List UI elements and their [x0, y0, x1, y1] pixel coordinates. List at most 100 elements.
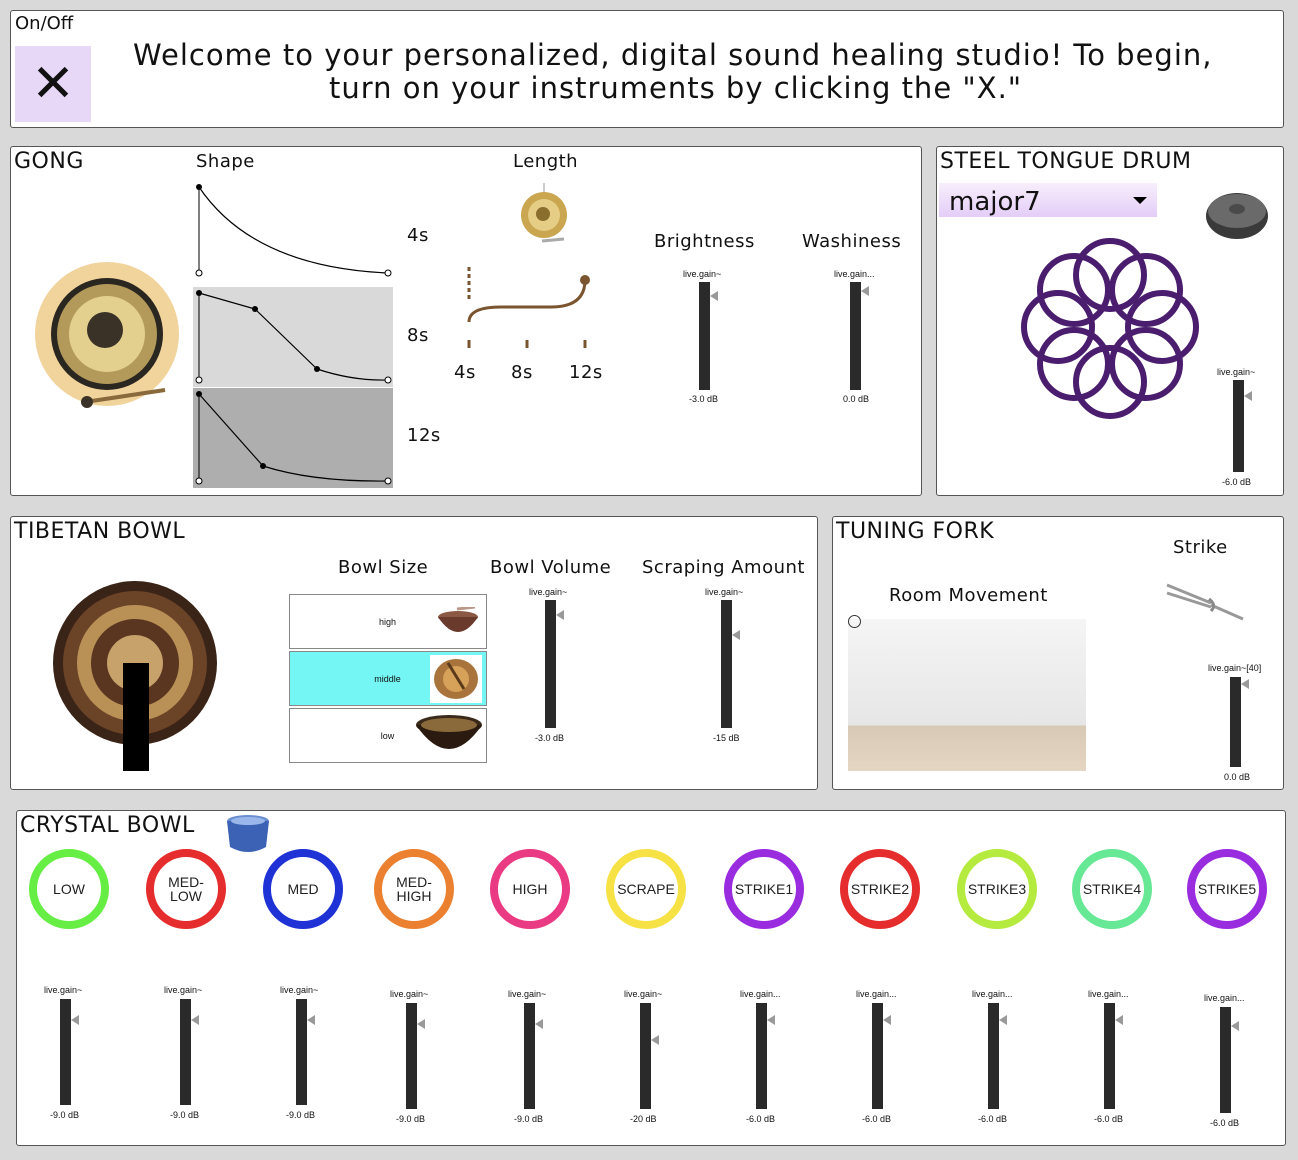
- onoff-toggle-button[interactable]: ✕: [15, 46, 91, 122]
- scraping-slider-value: -15 dB: [713, 733, 740, 743]
- crystal-button-9[interactable]: STRIKE3: [957, 849, 1037, 929]
- crystal-slider-value: -6.0 dB: [746, 1114, 776, 1124]
- crystal-slider-thumb[interactable]: [191, 1015, 199, 1025]
- gong-title: GONG: [14, 149, 84, 174]
- crystal-button-5[interactable]: HIGH: [490, 849, 570, 929]
- crystal-button-label: HIGH: [512, 881, 548, 897]
- crystal-slider-value: -6.0 dB: [1210, 1118, 1240, 1128]
- shape-option-8s[interactable]: [193, 287, 393, 387]
- tuning-fork-slider-name: live.gain~[40]: [1208, 663, 1262, 673]
- crystal-slider-thumb[interactable]: [883, 1015, 891, 1025]
- crystal-button-6[interactable]: SCRAPE: [606, 849, 686, 929]
- washiness-label: Washiness: [802, 231, 902, 252]
- crystal-slider-name: live.gain...: [1204, 993, 1245, 1003]
- tibetan-bowl-image[interactable]: [53, 567, 219, 771]
- crystal-slider[interactable]: [406, 1003, 417, 1109]
- welcome-line-2: turn on your instruments by clicking the…: [329, 71, 1023, 105]
- onoff-label: On/Off: [15, 13, 74, 34]
- crystal-slider[interactable]: [1104, 1003, 1115, 1109]
- bowl-size-middle-button[interactable]: middle: [289, 651, 487, 706]
- crystal-slider-value: -9.0 dB: [170, 1110, 200, 1120]
- crystal-bowl-panel: CRYSTAL BOWL LOW MED- LOW MED MED- HIGH HIGH…: [16, 810, 1286, 1146]
- crystal-button-label: STRIKE1: [734, 881, 794, 897]
- crystal-button-label: STRIKE2: [850, 881, 910, 897]
- crystal-slider[interactable]: [640, 1003, 651, 1109]
- crystal-button-2[interactable]: MED- LOW: [146, 849, 226, 929]
- gong-panel: GONG Shape Length 4s 8s 12s 4s 8s 12s Br…: [10, 146, 922, 496]
- crystal-slider-thumb[interactable]: [307, 1015, 315, 1025]
- scraping-slider-thumb[interactable]: [732, 630, 740, 640]
- crystal-slider-thumb[interactable]: [651, 1035, 659, 1045]
- crystal-slider-thumb[interactable]: [767, 1015, 775, 1025]
- duration-4s: 4s: [407, 225, 429, 246]
- brightness-slider-thumb[interactable]: [710, 291, 718, 301]
- crystal-slider-value: -9.0 dB: [286, 1110, 316, 1120]
- crystal-button-label: MED- HIGH: [396, 874, 432, 904]
- crystal-slider-thumb[interactable]: [535, 1019, 543, 1029]
- crystal-slider[interactable]: [180, 999, 191, 1105]
- room-movement-pad[interactable]: [848, 619, 1086, 771]
- crystal-slider-name: live.gain~: [280, 985, 319, 995]
- crystal-slider-thumb[interactable]: [71, 1015, 79, 1025]
- scraping-slider[interactable]: [721, 600, 732, 728]
- crystal-button-4[interactable]: MED- HIGH: [374, 849, 454, 929]
- crystal-slider-thumb[interactable]: [999, 1015, 1007, 1025]
- washiness-slider-thumb[interactable]: [861, 286, 869, 296]
- tuning-fork-slider[interactable]: [1230, 677, 1241, 767]
- crystal-slider-thumb[interactable]: [1231, 1021, 1239, 1031]
- strike-label: Strike: [1173, 537, 1228, 558]
- crystal-slider[interactable]: [872, 1003, 883, 1109]
- large-bowl-icon: [416, 715, 482, 749]
- crystal-slider-name: live.gain...: [856, 989, 897, 999]
- washiness-slider[interactable]: [850, 282, 861, 390]
- crystal-slider[interactable]: [60, 999, 71, 1105]
- length-tick-12s: 12s: [569, 362, 603, 383]
- crystal-slider-value: -6.0 dB: [1094, 1114, 1124, 1124]
- length-gong-icon: [521, 183, 567, 243]
- steel-drum-slider-thumb[interactable]: [1244, 391, 1252, 401]
- steel-drum-flower[interactable]: [1019, 237, 1201, 422]
- crystal-slider-thumb[interactable]: [1115, 1015, 1123, 1025]
- bowl-size-low-button[interactable]: low: [289, 708, 487, 763]
- crystal-slider-value: -6.0 dB: [978, 1114, 1008, 1124]
- crystal-slider[interactable]: [988, 1003, 999, 1109]
- crystal-slider-name: live.gain...: [972, 989, 1013, 999]
- room-movement-label: Room Movement: [889, 585, 1048, 606]
- crystal-slider-thumb[interactable]: [417, 1019, 425, 1029]
- medium-bowl-icon: [430, 655, 482, 703]
- crystal-button-3[interactable]: MED: [263, 849, 343, 929]
- length-slider[interactable]: [461, 262, 601, 352]
- crystal-slider-value: -20 dB: [630, 1114, 657, 1124]
- crystal-button-label: STRIKE4: [1082, 881, 1142, 897]
- tuning-fork-slider-thumb[interactable]: [1241, 679, 1249, 689]
- scraping-amount-label: Scraping Amount: [642, 557, 805, 578]
- bowl-volume-label: Bowl Volume: [490, 557, 612, 578]
- room-movement-handle[interactable]: [848, 615, 861, 628]
- bowl-size-high-button[interactable]: high: [289, 594, 487, 649]
- crystal-slider[interactable]: [296, 999, 307, 1105]
- gong-image[interactable]: [35, 262, 185, 412]
- crystal-slider[interactable]: [1220, 1007, 1231, 1113]
- crystal-slider[interactable]: [524, 1003, 535, 1109]
- bowl-volume-slider-thumb[interactable]: [556, 610, 564, 620]
- crystal-slider-name: live.gain...: [740, 989, 781, 999]
- tuning-fork-strike-icon[interactable]: [1163, 577, 1247, 623]
- brightness-slider[interactable]: [699, 282, 710, 390]
- crystal-button-1[interactable]: LOW: [29, 849, 109, 929]
- crystal-button-10[interactable]: STRIKE4: [1072, 849, 1152, 929]
- steel-drum-slider[interactable]: [1233, 380, 1244, 472]
- crystal-button-8[interactable]: STRIKE2: [840, 849, 920, 929]
- bowl-volume-slider[interactable]: [545, 600, 556, 728]
- scraping-slider-name: live.gain~: [705, 587, 744, 597]
- length-tick-8s: 8s: [511, 362, 533, 383]
- crystal-button-7[interactable]: STRIKE1: [724, 849, 804, 929]
- crystal-button-label: SCRAPE: [617, 881, 675, 897]
- crystal-slider[interactable]: [756, 1003, 767, 1109]
- shape-option-12s[interactable]: [193, 388, 393, 488]
- scale-dropdown[interactable]: major7: [939, 183, 1157, 217]
- crystal-slider-name: live.gain~: [390, 989, 429, 999]
- crystal-button-11[interactable]: STRIKE5: [1187, 849, 1267, 929]
- crystal-slider-value: -9.0 dB: [396, 1114, 426, 1124]
- shape-option-4s[interactable]: [193, 177, 393, 277]
- bowl-volume-slider-name: live.gain~: [529, 587, 568, 597]
